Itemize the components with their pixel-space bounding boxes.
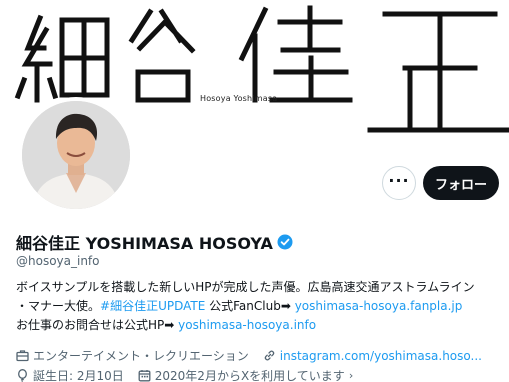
profile-name-row: 細谷佳正 YOSHIMASA HOSOYA bbox=[16, 230, 293, 254]
bio-text: ・マナー大使。 bbox=[16, 299, 101, 313]
avatar[interactable] bbox=[18, 97, 134, 213]
banner-subtitle: Hosoya Yoshimasa bbox=[200, 94, 278, 103]
bio-text: 公式FanClub➡ bbox=[205, 299, 295, 313]
joined-item[interactable]: 2020年2月からXを利用しています › bbox=[138, 367, 353, 382]
category-label: エンターテイメント・レクリエーション bbox=[33, 349, 249, 363]
category-item: エンターテイメント・レクリエーション bbox=[16, 347, 249, 364]
hashtag-link[interactable]: #細谷佳正UPDATE bbox=[100, 299, 205, 313]
briefcase-icon bbox=[16, 349, 29, 362]
bio-line-2: ・マナー大使。#細谷佳正UPDATE 公式FanClub➡ yoshimasa-… bbox=[16, 297, 501, 316]
balloon-icon bbox=[16, 369, 29, 382]
display-name: 細谷佳正 YOSHIMASA HOSOYA bbox=[16, 234, 273, 253]
more-options-button[interactable]: ··· bbox=[382, 166, 416, 200]
follow-button[interactable]: フォロー bbox=[423, 166, 499, 200]
bio-line-1: ボイスサンプルを搭載した新しいHPが完成した声優。広島高速交通アストラムライン bbox=[16, 280, 475, 294]
profile-meta-row: エンターテイメント・レクリエーション instagram.com/yoshima… bbox=[16, 347, 496, 364]
joined-label: 2020年2月からXを利用しています bbox=[154, 369, 345, 382]
profile-handle: @hosoya_info bbox=[16, 254, 100, 268]
verified-badge-icon[interactable] bbox=[277, 234, 293, 250]
profile-meta-row: 誕生日: 2月10日 2020年2月からXを利用しています › bbox=[16, 367, 367, 382]
birthday-label: 誕生日: 2月10日 bbox=[33, 369, 124, 382]
website-item[interactable]: instagram.com/yoshimasa.hoso... bbox=[263, 349, 482, 363]
calendar-icon bbox=[138, 369, 151, 382]
fanclub-link[interactable]: yoshimasa-hosoya.fanpla.jp bbox=[295, 299, 463, 313]
profile-bio: ボイスサンプルを搭載した新しいHPが完成した声優。広島高速交通アストラムライン … bbox=[16, 278, 501, 335]
bio-text: お仕事のお問合せは公式HP➡ bbox=[16, 318, 179, 332]
website-link[interactable]: instagram.com/yoshimasa.hoso... bbox=[280, 349, 482, 363]
official-site-link[interactable]: yoshimasa-hosoya.info bbox=[178, 318, 316, 332]
birthday-item: 誕生日: 2月10日 bbox=[16, 367, 124, 382]
avatar-photo bbox=[22, 101, 130, 209]
bio-line-3: お仕事のお問合せは公式HP➡ yoshimasa-hosoya.info bbox=[16, 316, 501, 335]
more-icon: ··· bbox=[388, 171, 410, 190]
link-icon bbox=[263, 349, 276, 362]
chevron-right-icon: › bbox=[348, 369, 354, 382]
